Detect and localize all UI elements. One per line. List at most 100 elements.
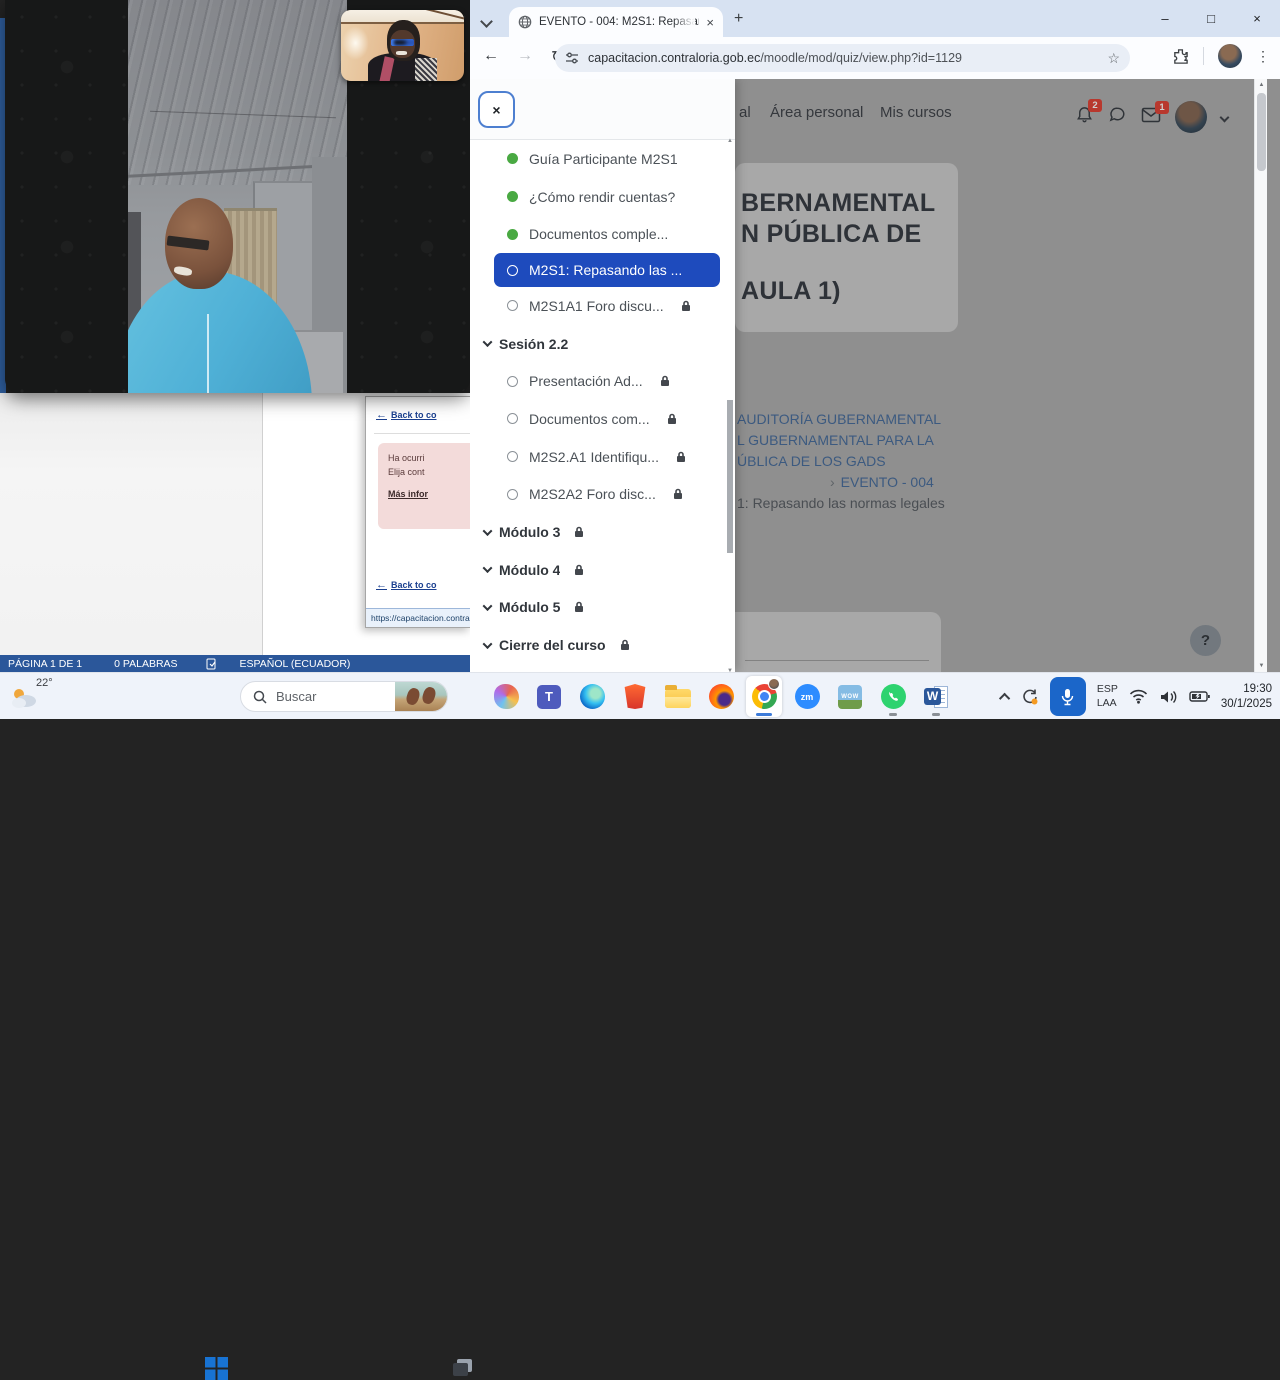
battery-icon[interactable] [1189, 690, 1210, 703]
taskbar-edge-icon[interactable] [574, 676, 610, 717]
taskbar-zoom-icon[interactable]: zm [789, 676, 825, 717]
taskbar-firefox-icon[interactable] [703, 676, 739, 717]
taskbar-chrome-icon-active[interactable] [746, 676, 782, 717]
sync-tray-icon[interactable] [1021, 688, 1039, 706]
drawer-scrollbar-thumb[interactable] [727, 400, 733, 553]
page-scrollbar[interactable]: ▲ ▼ [1254, 79, 1267, 672]
back-arrow-icon: ← [376, 579, 387, 591]
drawer-section-cierre-del-curso[interactable]: Cierre del curso [470, 626, 735, 664]
drawer-item-presentacion[interactable]: Presentación Ad... [470, 362, 735, 400]
pip-light-glow [342, 26, 369, 60]
task-view-button[interactable] [452, 1357, 474, 1379]
breadcrumb-link-evento[interactable]: EVENTO - 004 [841, 474, 934, 490]
microphone-in-use-button[interactable] [1050, 677, 1086, 716]
self-view-video[interactable] [341, 10, 464, 81]
chrome-browser-window: EVENTO - 004: M2S1: Repasand × + – □ × ←… [470, 0, 1280, 672]
taskbar-brave-icon[interactable] [617, 676, 653, 717]
drawer-item-m2s2a2-foro[interactable]: M2S2A2 Foro disc... [470, 476, 735, 514]
breadcrumb-link[interactable]: AUDITORÍA GUBERNAMENTAL [737, 411, 941, 427]
browser-profile-avatar[interactable] [1218, 44, 1242, 68]
drawer-item-m2s2a1[interactable]: M2S2.A1 Identifiqu... [470, 438, 735, 476]
tab-close-icon[interactable]: × [706, 16, 714, 29]
taskbar-whatsapp-icon[interactable] [875, 676, 911, 717]
drawer-close-button[interactable]: × [478, 91, 515, 128]
search-highlight-image[interactable] [395, 681, 447, 712]
hidden-icons-chevron-icon[interactable] [999, 692, 1010, 703]
address-bar[interactable]: capacitacion.contraloria.gob.ec/moodle/m… [555, 44, 1130, 72]
word-page-indicator[interactable]: PÁGINA 1 DE 1 [8, 658, 82, 670]
search-icon [253, 690, 267, 704]
incomplete-circle-icon [507, 265, 518, 276]
window-maximize-button[interactable]: □ [1188, 11, 1234, 26]
breadcrumb-link[interactable]: ÚBLICA DE LOS GADS [737, 453, 886, 469]
word-language-indicator[interactable]: ESPAÑOL (ECUADOR) [240, 658, 351, 670]
drawer-section-sesion-2-2[interactable]: Sesión 2.2 [470, 325, 735, 363]
course-header-card: BERNAMENTAL N PÚBLICA DE AULA 1) [735, 163, 958, 332]
tab-search-chevron-icon[interactable] [482, 13, 494, 25]
breadcrumb-link[interactable]: L GUBERNAMENTAL PARA LA [737, 432, 934, 448]
scroll-down-icon[interactable]: ▼ [1255, 663, 1268, 669]
drawer-scrollbar[interactable]: ▲ ▼ [727, 142, 734, 670]
taskbar-clock[interactable]: 19:3030/1/2025 [1221, 682, 1272, 712]
language-indicator[interactable]: ESPLAA [1097, 683, 1118, 710]
scroll-up-icon[interactable]: ▲ [1255, 82, 1268, 88]
window-minimize-button[interactable]: – [1142, 11, 1188, 26]
taskbar-pinned-apps: T zm WOW W [488, 676, 954, 717]
extensions-icon[interactable] [1172, 48, 1189, 65]
new-tab-button[interactable]: + [734, 10, 743, 28]
speaker-icon[interactable] [1159, 689, 1178, 705]
moodle-error-popup-window[interactable]: ← Back to co Ha ocurri Elija cont Más in… [365, 396, 471, 628]
drawer-section-modulo-3[interactable]: Módulo 3 [470, 513, 735, 551]
whatsapp-video-call-window[interactable] [5, 0, 470, 393]
more-info-link[interactable]: Más infor [388, 488, 471, 502]
error-alert-box: Ha ocurri Elija cont Más infor [378, 443, 471, 529]
drawer-section-modulo-5[interactable]: Módulo 5 [470, 589, 735, 627]
weather-widget[interactable]: 22° [10, 676, 68, 717]
taskbar-word-icon[interactable]: W [918, 676, 954, 717]
browser-menu-icon[interactable]: ⋮ [1256, 48, 1270, 65]
open-app-indicator [932, 713, 940, 716]
drawer-item-como-rendir[interactable]: ¿Cómo rendir cuentas? [470, 178, 735, 216]
drawer-item-m2s1a1-foro[interactable]: M2S1A1 Foro discu... [470, 287, 735, 325]
active-app-indicator [756, 713, 772, 716]
user-avatar[interactable] [1175, 101, 1207, 133]
nav-item-mis-cursos[interactable]: Mis cursos [880, 104, 952, 121]
bookmark-star-icon[interactable]: ☆ [1107, 50, 1120, 67]
lock-icon [681, 300, 691, 312]
drawer-item-documentos-com[interactable]: Documentos com... [470, 400, 735, 438]
browser-tab[interactable]: EVENTO - 004: M2S1: Repasand × [509, 7, 723, 37]
taskbar-file-explorer-icon[interactable] [660, 676, 696, 717]
tab-favicon-globe-icon [518, 15, 532, 29]
drawer-section-modulo-4[interactable]: Módulo 4 [470, 551, 735, 589]
user-menu-chevron-icon[interactable] [1220, 112, 1230, 122]
drawer-item-m2s1-current[interactable]: M2S1: Repasando las ... [494, 253, 720, 287]
word-proofing-icon[interactable] [206, 658, 218, 670]
url-domain: capacitacion.contraloria.gob.ec [588, 51, 760, 65]
drawer-item-documentos[interactable]: Documentos comple... [470, 215, 735, 253]
back-to-course-link-top[interactable]: ← Back to co [376, 409, 437, 421]
back-arrow-icon: ← [376, 409, 387, 421]
messages-chat-icon[interactable] [1108, 105, 1127, 129]
help-button[interactable]: ? [1190, 625, 1221, 656]
scroll-up-icon[interactable]: ▲ [725, 138, 735, 144]
taskbar-teams-icon[interactable]: T [531, 676, 567, 717]
lock-icon [574, 601, 584, 613]
pip-person-glasses [391, 39, 413, 46]
nav-item-area-personal[interactable]: Área personal [770, 104, 863, 121]
taskbar-wordwall-icon[interactable]: WOW [832, 676, 868, 717]
mail-icon[interactable]: 1 [1141, 107, 1161, 128]
notifications-bell-icon[interactable]: 2 [1075, 105, 1094, 129]
window-close-button[interactable]: × [1234, 11, 1280, 26]
drawer-item-guia-participante[interactable]: Guía Participante M2S1 [470, 140, 735, 178]
site-settings-icon[interactable] [565, 51, 579, 65]
word-word-count[interactable]: 0 PALABRAS [114, 658, 177, 670]
nav-item-truncated[interactable]: al [739, 104, 751, 121]
taskbar-copilot-icon[interactable] [488, 676, 524, 717]
scrollbar-thumb[interactable] [1257, 93, 1266, 171]
start-button[interactable] [205, 1357, 228, 1380]
back-to-course-link-bottom[interactable]: ← Back to co [376, 579, 437, 591]
back-button[interactable]: ← [483, 47, 499, 65]
forward-button[interactable]: → [517, 47, 533, 65]
taskbar-search-box[interactable]: Buscar [240, 681, 448, 712]
wifi-icon[interactable] [1129, 689, 1148, 704]
